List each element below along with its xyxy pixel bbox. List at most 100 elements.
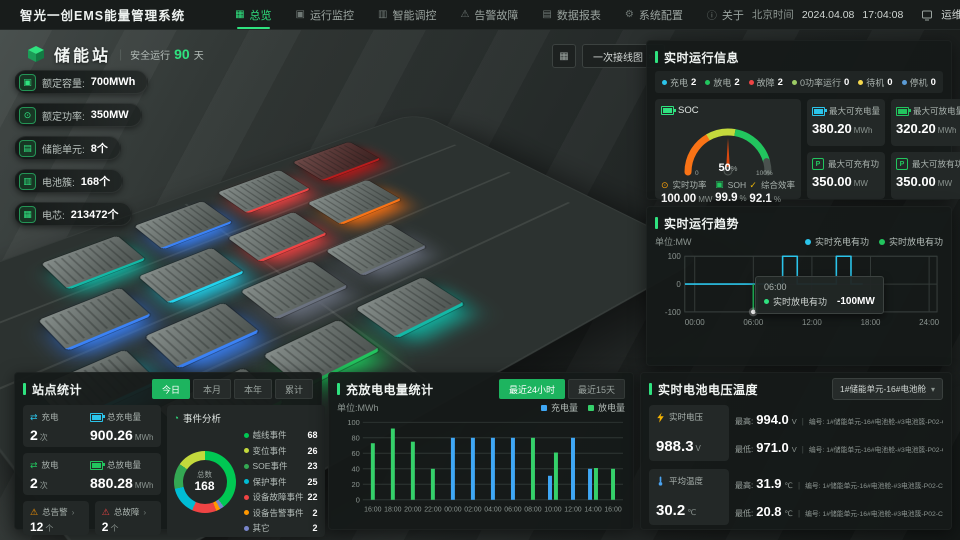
status-label: 停机 [910, 76, 928, 89]
metric-unit: % [740, 194, 747, 203]
piece-unit: 个 [110, 524, 118, 533]
min-label: 最低: [735, 444, 753, 455]
tooltip-dot [764, 299, 769, 304]
p-icon: P [896, 158, 908, 170]
nav-item-overview[interactable]: ▦ 总览 [235, 0, 271, 30]
storage-container [38, 288, 152, 351]
station-header: 储能站 | 安全运行 90 天 [26, 42, 204, 66]
energy-bar-chart[interactable]: 02040608010016:0018:0020:0022:0000:0002:… [337, 416, 625, 525]
legend-label: 放电量 [598, 401, 625, 414]
nav-item-alarm[interactable]: ⚠ 告警故障 [460, 0, 518, 30]
legend-discharge: 放电量 [588, 401, 625, 414]
card-label: 最大可充电量 [829, 105, 880, 117]
charge-label: 充电 [42, 411, 59, 423]
nav-item-dispatch[interactable]: ▥ 智能调控 [378, 0, 436, 30]
count-unit: 次 [40, 481, 48, 490]
legend-item: 设备故障事件 22 [244, 491, 318, 503]
chevron-right-icon: › [72, 507, 75, 517]
grid-icon: ▦ [559, 51, 568, 62]
legend-value: 2 [313, 523, 318, 533]
accent-bar [655, 217, 658, 229]
card-label: 最大可放有功 [912, 158, 960, 170]
tooltip-series: 实时放电有功 [773, 295, 827, 308]
id-label: 编号: [805, 483, 820, 490]
divider: | [798, 509, 800, 518]
metric-label: SOH [728, 180, 746, 190]
voltage-min-row: 最低: 971.0 V | 编号: 1#储能单元-16#电池舱-#3电池簇-P0… [735, 440, 943, 455]
battery-icon [90, 413, 103, 422]
card-max-charge-power: P最大可充有功 350.00MW [807, 152, 885, 199]
tab-total[interactable]: 累计 [275, 379, 313, 399]
storage-container [138, 248, 244, 304]
ops-management[interactable]: 运维管理 [941, 7, 960, 22]
events-title: 事件分析 [183, 411, 221, 425]
accent-bar [23, 383, 26, 395]
nav-item-settings[interactable]: ⚙ 系统配置 [625, 0, 683, 30]
svg-text:60: 60 [352, 449, 360, 458]
capacity-icon: ▣ [19, 74, 36, 91]
tab-month[interactable]: 本月 [193, 379, 231, 399]
nav-item-monitoring[interactable]: ▣ 运行监控 [296, 0, 354, 30]
total-fault-card[interactable]: ⚠总故障› 2个 [95, 501, 161, 535]
card-value: 350.00 [896, 174, 936, 189]
card-value: 380.20 [812, 121, 852, 136]
status-value: 2 [778, 77, 783, 88]
events-donut-chart: 总数 168 [174, 451, 236, 513]
stat-label: 额定容量: [42, 75, 85, 90]
events-legend: 越线事件68 变位事件26 SOE事件23 保护事件25 设备故障事件22 设备… [244, 429, 318, 534]
svg-text:20:00: 20:00 [404, 507, 422, 514]
svg-text:12:00: 12:00 [564, 507, 582, 514]
timezone-label: 北京时间 [752, 7, 794, 22]
voltage-max-id: 1#储能单元-16#电池舱-#3电池簇-P02-C36 [826, 419, 943, 426]
divider: | [119, 47, 122, 61]
temperature-max-row: 最高: 31.9 ℃ | 编号: 1#储能单元-16#电池舱-#3电池簇-P02… [735, 476, 943, 491]
nav-item-report[interactable]: ▤ 数据报表 [542, 0, 600, 30]
status-label: 充电 [670, 76, 688, 89]
tab-year[interactable]: 本年 [234, 379, 272, 399]
legend-label: 实时充电有功 [815, 235, 869, 248]
stat-power: ⊙ 额定功率: 350MW [14, 103, 142, 127]
tab-today[interactable]: 今日 [152, 379, 190, 399]
panel-title: 实时电池电压温度 [658, 381, 758, 398]
nav-item-about[interactable]: ⓘ 关于 [707, 0, 744, 30]
legend-label: 变位事件 [253, 445, 304, 457]
svg-text:00:00: 00:00 [685, 318, 705, 327]
svg-text:18:00: 18:00 [861, 318, 881, 327]
legend-square [541, 405, 547, 411]
legend-label: 设备告警事件 [253, 507, 309, 519]
card-max-discharge-power: P最大可放有功 350.00MW [891, 152, 960, 199]
legend-value: 22 [308, 492, 318, 502]
unit-label: 单位:MWh [337, 401, 379, 414]
stat-value: 350MW [91, 109, 129, 121]
tab-last-24h[interactable]: 最近24小时 [499, 379, 565, 399]
temperature-min-row: 最低: 20.8 ℃ | 编号: 1#储能单元-16#电池舱-#3电池簇-P02… [735, 504, 943, 519]
svg-text:40: 40 [352, 464, 360, 473]
card-unit: MWh [938, 126, 957, 135]
svg-text:-100: -100 [665, 308, 681, 317]
status-dot [858, 80, 863, 85]
legend-label: 设备故障事件 [253, 491, 304, 503]
temperature-max: 31.9 [756, 476, 781, 491]
metric-efficiency: ✓综合效率 92.1% [749, 179, 795, 205]
trend-chart[interactable]: 00:0006:0012:0018:0024:001000-100 06:00 … [655, 250, 943, 343]
safe-run-label: 安全运行 [130, 47, 170, 62]
temperature-min: 20.8 [756, 504, 781, 519]
soc-unit: % [731, 164, 738, 173]
power-icon: ⊙ [661, 180, 669, 191]
layout-grid-button[interactable]: ▦ [552, 44, 576, 68]
unit: V [792, 445, 797, 454]
stat-units: ▤ 储能单元: 8个 [14, 136, 121, 160]
stat-clusters: ▥ 电池簇: 168个 [14, 169, 123, 193]
metric-value: 99.9 [715, 192, 737, 204]
cell-icon: ▦ [19, 206, 36, 223]
unit-label: 单位:MW [655, 235, 692, 248]
station-stats: ▣ 额定容量: 700MWh ⊙ 额定功率: 350MW ▤ 储能单元: 8个 … [14, 70, 148, 226]
id-label: 编号: [809, 447, 824, 454]
battery-unit-selector[interactable]: 1#储能单元-16#电池舱 ▾ [832, 378, 943, 400]
total-alarm-card[interactable]: ⚠总告警› 12个 [23, 501, 89, 535]
storage-container [144, 303, 259, 369]
tab-last-15d[interactable]: 最近15天 [568, 379, 625, 399]
svg-text:02:00: 02:00 [464, 507, 482, 514]
legend-discharge-power: 实时放电有功 [879, 235, 943, 248]
stat-label: 额定功率: [42, 108, 85, 123]
